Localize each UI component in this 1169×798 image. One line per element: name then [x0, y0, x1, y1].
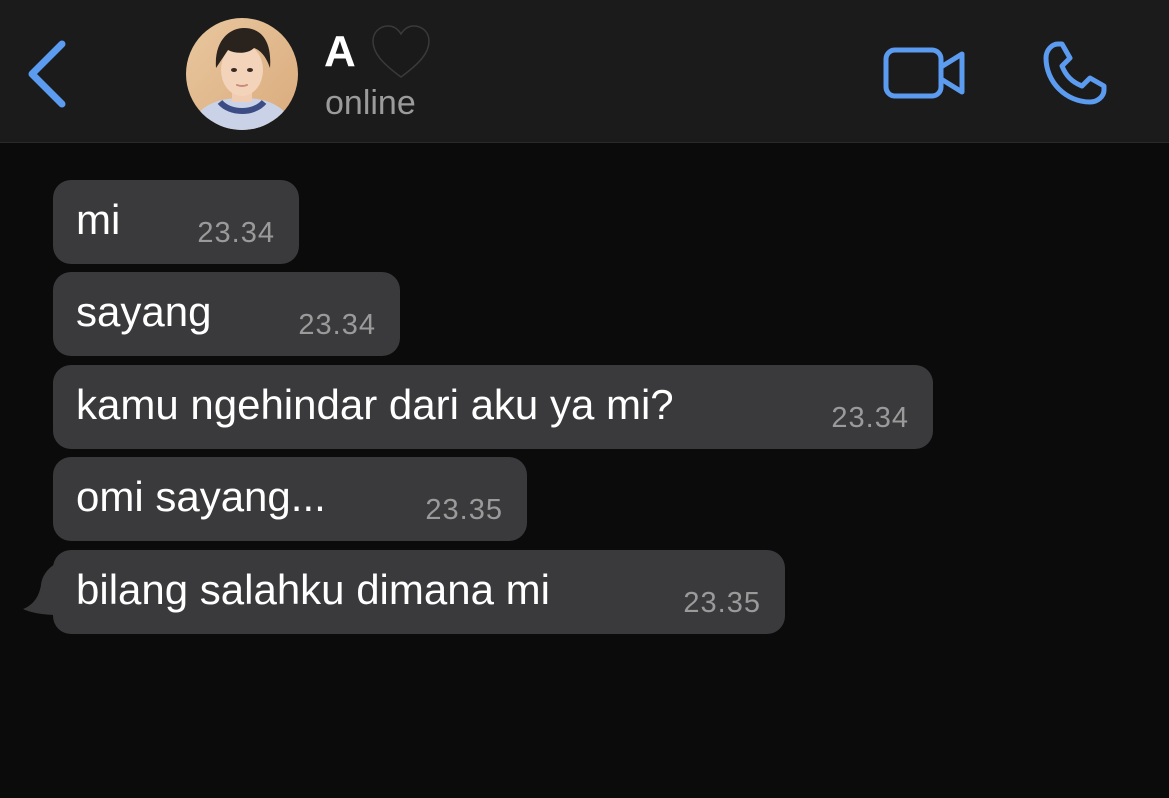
avatar-photo	[186, 18, 298, 130]
message-time: 23.34	[831, 402, 909, 434]
message-text: sayang	[76, 288, 212, 335]
message-time: 23.34	[197, 217, 275, 249]
contact-name: A	[324, 27, 357, 76]
message-time: 23.35	[683, 587, 761, 619]
message-text: omi sayang...	[76, 473, 326, 520]
message-bubble[interactable]: mi 23.34	[53, 180, 299, 264]
message-text: mi	[76, 196, 121, 243]
message-time: 23.34	[298, 309, 376, 341]
message-bubble[interactable]: omi sayang... 23.35	[53, 457, 527, 541]
chevron-left-icon	[28, 40, 66, 108]
message-list[interactable]: mi 23.34 sayang 23.34 kamu ngehindar dar…	[0, 143, 1169, 798]
video-call-button[interactable]	[880, 42, 970, 104]
message-bubble[interactable]: sayang 23.34	[53, 272, 400, 356]
message-time: 23.35	[425, 494, 503, 526]
chat-screen: A online mi 23.34 sayang 23.34 kamu ngeh…	[0, 0, 1169, 798]
contact-status: online	[325, 84, 416, 122]
back-button[interactable]	[18, 38, 74, 110]
message-text: kamu ngehindar dari aku ya mi?	[76, 381, 674, 428]
chat-header: A online	[0, 0, 1169, 143]
message-bubble[interactable]: kamu ngehindar dari aku ya mi? 23.34	[53, 365, 933, 449]
message-text: bilang salahku dimana mi	[76, 566, 550, 613]
black-heart-icon	[372, 25, 431, 78]
voice-call-button[interactable]	[1038, 38, 1110, 110]
avatar[interactable]	[186, 18, 298, 130]
phone-icon	[1043, 41, 1107, 105]
message-bubble[interactable]: bilang salahku dimana mi 23.35	[53, 550, 785, 634]
contact-name-row[interactable]: A	[324, 22, 432, 82]
video-camera-icon	[883, 47, 965, 99]
